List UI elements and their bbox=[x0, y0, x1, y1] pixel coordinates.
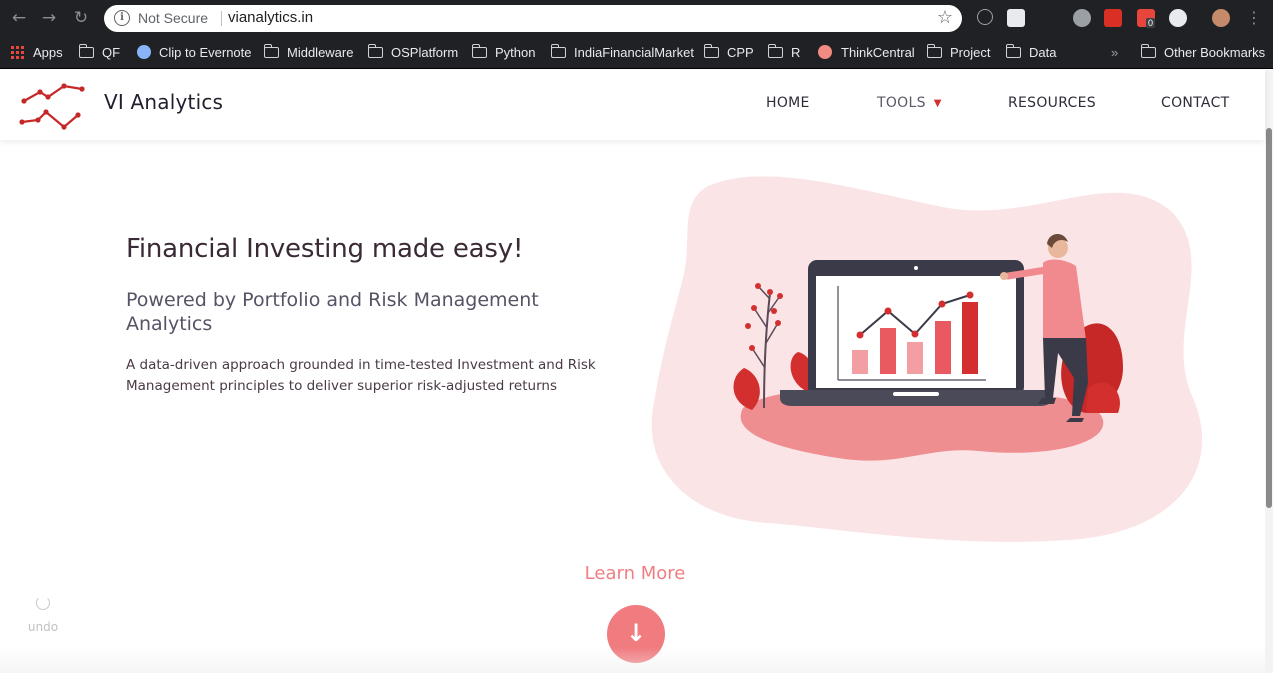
bookmark-indiafinancialmarket[interactable]: IndiaFinancialMarket bbox=[550, 42, 694, 62]
bookmark-python[interactable]: Python bbox=[471, 42, 536, 62]
logo-icon[interactable] bbox=[18, 76, 88, 134]
folder-icon bbox=[767, 43, 783, 58]
learn-more-link[interactable]: Learn More bbox=[0, 563, 1270, 584]
folder-icon bbox=[550, 43, 566, 58]
bookmark-data[interactable]: Data bbox=[1005, 42, 1057, 62]
bookmark-thinkcentral[interactable]: ThinkCentral bbox=[818, 42, 915, 62]
bookmark-other[interactable]: Other Bookmarks bbox=[1140, 42, 1266, 62]
address-separator bbox=[221, 11, 222, 26]
undo-widget[interactable]: undo bbox=[24, 596, 62, 635]
bookmark-label: Data bbox=[1029, 44, 1057, 60]
profile-avatar[interactable] bbox=[1212, 9, 1230, 27]
address-bar[interactable]: i Not Secure vianalytics.in ☆ bbox=[104, 5, 962, 32]
bookmark-label: Project bbox=[950, 44, 991, 60]
back-icon[interactable]: ← bbox=[8, 7, 30, 29]
folder-icon bbox=[78, 43, 94, 58]
scrollbar-thumb[interactable] bbox=[1266, 128, 1272, 508]
bookmark-qf[interactable]: QF bbox=[78, 42, 121, 62]
bookmark-label: ThinkCentral bbox=[841, 44, 915, 60]
nav-tools[interactable]: TOOLS ▼ bbox=[877, 95, 942, 111]
thinkcentral-icon bbox=[818, 45, 832, 59]
bookmark-project[interactable]: Project bbox=[926, 42, 991, 62]
nav-home[interactable]: HOME bbox=[766, 95, 810, 111]
info-icon[interactable]: i bbox=[114, 10, 130, 26]
bookmark-label: Middleware bbox=[287, 44, 354, 60]
bookmark-label: Other Bookmarks bbox=[1164, 44, 1266, 60]
bookmark-apps[interactable]: Apps bbox=[11, 42, 63, 62]
bookmark-osplatform[interactable]: OSPlatform bbox=[367, 42, 459, 62]
history-clock-icon[interactable] bbox=[977, 9, 993, 25]
bookmark-cpp[interactable]: CPP bbox=[703, 42, 754, 62]
folder-icon bbox=[471, 43, 487, 58]
forward-icon[interactable]: → bbox=[38, 7, 60, 29]
folder-icon bbox=[1140, 43, 1156, 58]
site-header: VI Analytics HOME TOOLS ▼ RESOURCES CONTA… bbox=[0, 70, 1265, 140]
nav-contact[interactable]: CONTACT bbox=[1161, 95, 1230, 111]
folder-icon bbox=[263, 43, 279, 58]
security-label: Not Secure bbox=[138, 10, 209, 26]
hero-title: Financial Investing made easy! bbox=[126, 234, 524, 264]
bookmark-label: Apps bbox=[33, 44, 63, 60]
task-check-icon[interactable] bbox=[1007, 9, 1025, 27]
extension-dot-icon[interactable] bbox=[1044, 9, 1048, 27]
globe-icon bbox=[137, 45, 151, 59]
chevron-down-icon: ▼ bbox=[933, 98, 942, 109]
bookmark-evernote[interactable]: Clip to Evernote bbox=[137, 42, 252, 62]
extension-m-icon[interactable] bbox=[1104, 9, 1122, 27]
bookmark-middleware[interactable]: Middleware bbox=[263, 42, 354, 62]
hero-subtitle: Powered by Portfolio and Risk Management… bbox=[126, 289, 539, 335]
extension-circle-icon[interactable] bbox=[1169, 9, 1187, 27]
bookmark-label: OSPlatform bbox=[391, 44, 459, 60]
bookmark-label: Python bbox=[495, 44, 536, 60]
arrow-down-icon: ↓ bbox=[625, 619, 647, 647]
bookmark-label: CPP bbox=[727, 44, 754, 60]
bottom-fade bbox=[0, 648, 1265, 673]
undo-label: undo bbox=[27, 620, 59, 634]
bookmark-label: R bbox=[791, 44, 801, 60]
nav-resources[interactable]: RESOURCES bbox=[1008, 95, 1096, 111]
nav-tools-label: TOOLS bbox=[877, 95, 926, 111]
folder-icon bbox=[703, 43, 719, 58]
brand-name[interactable]: VI Analytics bbox=[104, 90, 223, 114]
bookmarks-overflow-chevron[interactable]: » bbox=[1111, 42, 1118, 62]
apps-grid-icon bbox=[11, 45, 24, 59]
url-text[interactable]: vianalytics.in bbox=[228, 9, 313, 26]
bookmark-label: QF bbox=[102, 44, 121, 60]
extension-gear-icon[interactable] bbox=[1073, 9, 1091, 27]
browser-menu-icon[interactable]: ⋮ bbox=[1243, 7, 1265, 29]
folder-icon bbox=[1005, 43, 1021, 58]
bookmark-r[interactable]: R bbox=[767, 42, 801, 62]
bookmark-label: IndiaFinancialMarket bbox=[574, 44, 694, 60]
bookmark-star-icon[interactable]: ☆ bbox=[937, 7, 953, 28]
hero-description: A data-driven approach grounded in time-… bbox=[126, 357, 596, 394]
bookmark-label: Clip to Evernote bbox=[159, 44, 252, 60]
folder-icon bbox=[367, 43, 383, 58]
folder-icon bbox=[926, 43, 942, 58]
reload-icon[interactable]: ↻ bbox=[70, 7, 92, 29]
extension-badge-icon[interactable]: 0 bbox=[1137, 9, 1156, 28]
browser-toolbar: ← → ↻ i Not Secure vianalytics.in ☆ 0 ⋮ bbox=[0, 0, 1273, 36]
undo-spinner-icon bbox=[36, 596, 50, 610]
extension-badge-count: 0 bbox=[1146, 18, 1156, 28]
hero-illustration bbox=[651, 176, 1203, 542]
bookmarks-bar: Apps QF Clip to Evernote Middleware OSPl… bbox=[0, 36, 1273, 69]
